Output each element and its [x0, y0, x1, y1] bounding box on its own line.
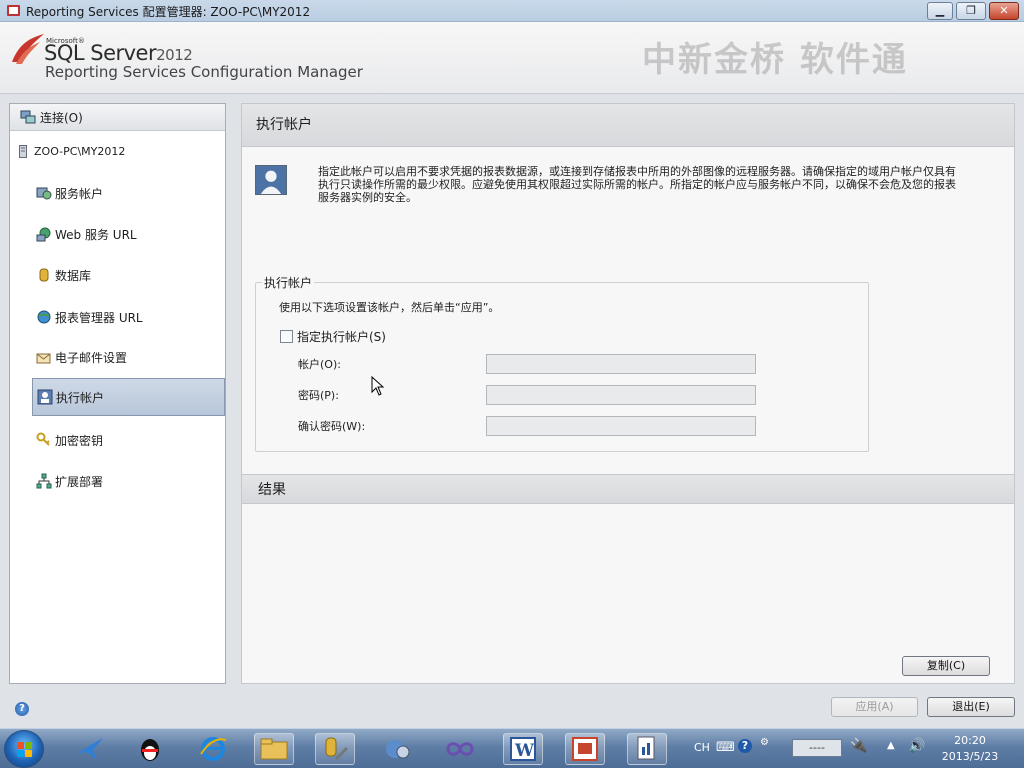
taskbar-qq[interactable] — [130, 733, 170, 765]
folder-icon — [260, 738, 288, 760]
sidebar-item-service-account[interactable]: 服务帐户 — [32, 174, 225, 212]
server-icon — [19, 144, 27, 158]
sidebar-item-label: Web 服务 URL — [55, 227, 137, 242]
keyboard-icon[interactable]: ⌨ — [716, 740, 735, 755]
taskbar: W CH ⌨ ? ⚙ ---- 🔌 ▲ 🔊 20:20 2013/5/23 — [0, 728, 1024, 768]
password-label: 密码(P): — [298, 389, 339, 402]
sidebar-item-scale-out-deployment[interactable]: 扩展部署 — [32, 462, 225, 500]
instruction-text: 使用以下选项设置该帐户，然后单击“应用”。 — [279, 301, 500, 314]
scale-out-icon — [36, 473, 52, 489]
key-icon — [36, 432, 50, 446]
group-title: 执行帐户 — [262, 274, 315, 291]
user-account-icon — [255, 165, 287, 195]
app-subtitle: Reporting Services Configuration Manager — [45, 63, 363, 81]
specify-execution-account-row[interactable]: 指定执行帐户(S) — [280, 328, 386, 345]
svg-text:W: W — [514, 741, 535, 761]
sidebar-item-label: 报表管理器 URL — [55, 310, 143, 325]
account-input[interactable] — [486, 354, 756, 374]
sidebar-item-email-settings[interactable]: 电子邮件设置 — [32, 338, 225, 376]
watermark: 中新金桥 软件通 — [642, 40, 908, 80]
confirm-password-label: 确认密码(W): — [298, 420, 366, 433]
maximize-button[interactable]: ❐ — [956, 2, 986, 20]
word-icon: W — [510, 737, 536, 761]
exit-button[interactable]: 退出(E) — [927, 697, 1015, 717]
clock-date: 2013/5/23 — [941, 750, 999, 763]
qq-penguin-icon — [141, 739, 159, 761]
power-plug-icon[interactable]: 🔌 — [850, 738, 867, 754]
infinity-icon — [446, 742, 474, 756]
taskbar-config-manager[interactable] — [315, 733, 355, 765]
connect-button[interactable]: 连接(O) — [10, 104, 225, 131]
network-user-icon — [386, 740, 410, 759]
server-node[interactable]: ZOO-PC\MY2012 — [10, 131, 225, 171]
connect-icon — [20, 110, 36, 124]
tray-options-icon[interactable]: ⚙ — [760, 737, 769, 748]
apply-button[interactable]: 应用(A) — [831, 697, 918, 717]
sql-server-logo-icon — [12, 34, 44, 64]
sidebar-item-label: 电子邮件设置 — [55, 350, 128, 365]
product-banner: Microsoft® SQL Server2012 Reporting Serv… — [0, 22, 1024, 94]
close-button[interactable]: ✕ — [989, 2, 1019, 20]
taskbar-visual-studio[interactable] — [440, 733, 480, 765]
tray-help-icon[interactable]: ? — [738, 739, 752, 753]
database-icon — [39, 268, 49, 282]
window-title: Reporting Services 配置管理器: ZOO-PC\MY2012 — [26, 5, 311, 19]
sidebar-item-database[interactable]: 数据库 — [32, 256, 225, 294]
specify-execution-account-checkbox[interactable] — [280, 330, 293, 343]
taskbar-word[interactable]: W — [503, 733, 543, 765]
database-tools-icon — [325, 737, 349, 761]
product-year: 2012 — [156, 46, 193, 64]
sidebar-item-label: 扩展部署 — [55, 474, 104, 489]
password-input[interactable] — [486, 385, 756, 405]
help-icon[interactable]: ? — [15, 702, 29, 716]
minimize-button[interactable]: ▁ — [927, 2, 953, 20]
sidebar-item-label: 加密密钥 — [55, 433, 104, 448]
system-clock[interactable]: 20:20 2013/5/23 — [930, 733, 1010, 765]
web-service-icon — [36, 227, 51, 242]
section-description: 指定此帐户可以启用不要求凭据的报表数据源，或连接到存储报表中所用的外部图像的远程… — [318, 165, 956, 204]
tray-input-box[interactable]: ---- — [792, 739, 842, 757]
email-icon — [36, 353, 51, 364]
start-button[interactable] — [4, 730, 44, 768]
execution-account-icon — [37, 389, 53, 405]
product-name: SQL Server2012 — [44, 41, 193, 65]
app-icon — [7, 5, 20, 16]
bird-icon — [77, 738, 103, 760]
account-label: 帐户(O): — [298, 358, 341, 371]
mouse-cursor-icon — [371, 376, 385, 396]
taskbar-internet-explorer[interactable] — [193, 733, 233, 765]
confirm-password-input[interactable] — [486, 416, 756, 436]
checkbox-label: 指定执行帐户(S) — [297, 330, 386, 344]
clock-time: 20:20 — [954, 734, 986, 747]
content-pane: 执行帐户 指定此帐户可以启用不要求凭据的报表数据源，或连接到存储报表中所用的外部… — [241, 103, 1015, 684]
connect-label: 连接(O) — [40, 110, 83, 125]
sidebar-item-label: 服务帐户 — [55, 186, 104, 201]
powerpoint-icon — [572, 737, 598, 761]
taskbar-bird-app[interactable] — [70, 733, 110, 765]
server-name: ZOO-PC\MY2012 — [34, 144, 126, 158]
navigation-pane: 连接(O) ZOO-PC\MY2012 服务帐户 Web 服务 URL 数据库 … — [9, 103, 226, 684]
sidebar-item-label: 执行帐户 — [56, 390, 105, 405]
section-header: 执行帐户 — [242, 104, 1014, 147]
document-chart-icon — [637, 736, 655, 760]
volume-icon[interactable]: 🔊 — [908, 738, 925, 754]
windows-logo-icon — [17, 742, 32, 757]
sidebar-item-encryption-keys[interactable]: 加密密钥 — [32, 421, 225, 459]
sidebar-item-web-service-url[interactable]: Web 服务 URL — [32, 215, 225, 253]
title-bar: Reporting Services 配置管理器: ZOO-PC\MY2012 … — [0, 0, 1024, 22]
input-language[interactable]: CH — [694, 741, 710, 754]
sidebar-item-execution-account[interactable]: 执行帐户 — [32, 378, 225, 416]
copy-button[interactable]: 复制(C) — [902, 656, 990, 676]
service-account-icon — [36, 187, 52, 200]
results-header: 结果 — [242, 474, 1014, 504]
show-hidden-icons-chevron-icon[interactable]: ▲ — [887, 740, 895, 751]
ie-icon — [200, 737, 227, 761]
taskbar-network-app[interactable] — [378, 733, 418, 765]
taskbar-explorer[interactable] — [254, 733, 294, 765]
globe-icon — [37, 310, 51, 324]
sidebar-item-label: 数据库 — [55, 268, 92, 283]
taskbar-document-app[interactable] — [627, 733, 667, 765]
taskbar-powerpoint[interactable] — [565, 733, 605, 765]
sidebar-item-report-manager-url[interactable]: 报表管理器 URL — [32, 298, 225, 336]
